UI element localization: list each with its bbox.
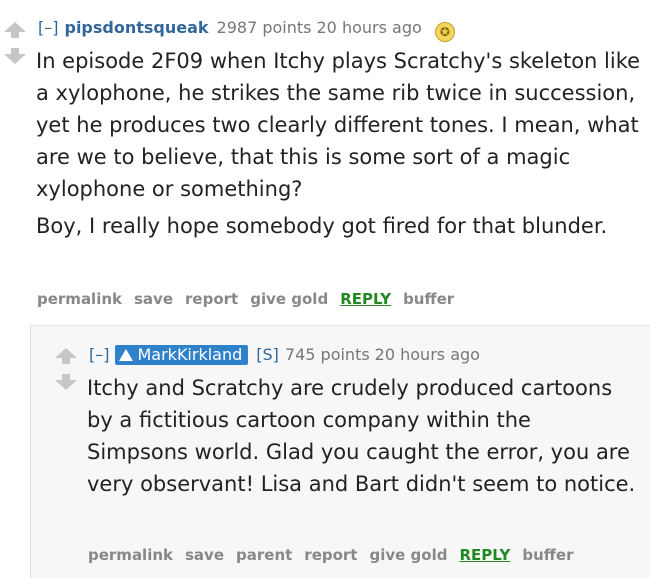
child-vote-arrows: [55, 348, 77, 392]
timestamp: 20 hours ago: [316, 18, 422, 37]
downvote-arrow-icon[interactable]: [55, 374, 77, 390]
author-link[interactable]: pipsdontsqueak: [64, 18, 208, 37]
comment-paragraph: Boy, I really hope somebody got fired fo…: [36, 214, 608, 238]
downvote-arrow-icon[interactable]: [4, 48, 26, 64]
buffer-button[interactable]: buffer: [522, 546, 573, 564]
comment-paragraph: In episode 2F09 when Itchy plays Scratch…: [36, 49, 641, 201]
child-action-buttons: permalink save parent report give gold REPLY b…: [88, 546, 585, 564]
upvote-arrow-icon[interactable]: [4, 22, 26, 38]
parent-tagline: [–] pipsdontsqueak 2987 points 20 hours ago…: [38, 18, 455, 42]
report-button[interactable]: report: [185, 290, 238, 308]
report-button[interactable]: report: [304, 546, 357, 564]
submitter-flag[interactable]: [S]: [256, 345, 279, 364]
score: 745 points: [284, 345, 370, 364]
reply-button[interactable]: REPLY: [340, 290, 391, 308]
permalink-button[interactable]: permalink: [37, 290, 122, 308]
collapse-toggle[interactable]: [–]: [38, 18, 58, 37]
moderator-icon: [119, 349, 134, 361]
timestamp: 20 hours ago: [374, 345, 480, 364]
author-link[interactable]: MarkKirkland: [137, 345, 242, 364]
permalink-button[interactable]: permalink: [88, 546, 173, 564]
collapse-toggle[interactable]: [–]: [89, 345, 109, 364]
score: 2987 points: [216, 18, 312, 37]
child-tagline: [–] MarkKirkland [S] 745 points 20 hours ago: [89, 345, 480, 365]
parent-comment-body: In episode 2F09 when Itchy plays Scratch…: [36, 45, 646, 242]
child-comment-body: Itchy and Scratchy are crudely produced …: [87, 372, 637, 500]
parent-button[interactable]: parent: [236, 546, 292, 564]
reply-button[interactable]: REPLY: [459, 546, 510, 564]
parent-vote-arrows: [4, 22, 26, 66]
parent-action-buttons: permalink save report give gold REPLY buffer: [37, 290, 466, 308]
comment-paragraph: Itchy and Scratchy are crudely produced …: [87, 376, 636, 496]
save-button[interactable]: save: [134, 290, 173, 308]
give-gold-button[interactable]: give gold: [250, 290, 328, 308]
child-comment: [–] MarkKirkland [S] 745 points 20 hours ago…: [30, 325, 650, 578]
author-badge[interactable]: MarkKirkland: [115, 345, 249, 365]
gold-star-icon: ✪: [434, 22, 455, 42]
buffer-button[interactable]: buffer: [403, 290, 454, 308]
give-gold-button[interactable]: give gold: [369, 546, 447, 564]
save-button[interactable]: save: [185, 546, 224, 564]
upvote-arrow-icon[interactable]: [55, 348, 77, 364]
